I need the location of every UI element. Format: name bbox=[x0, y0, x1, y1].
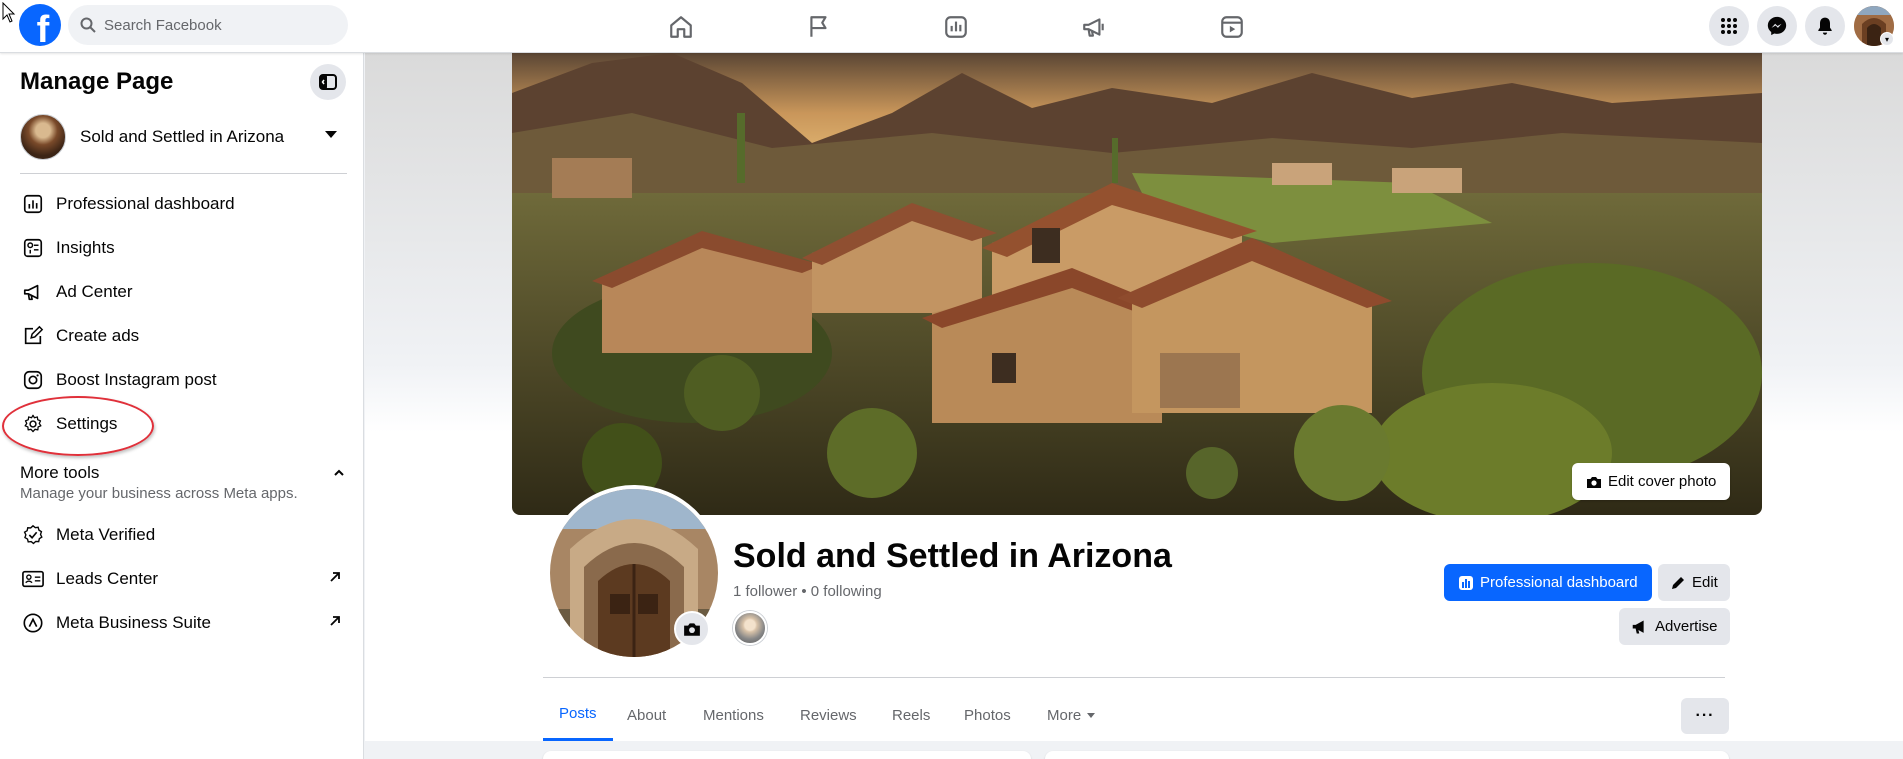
sidebar-item-label: Leads Center bbox=[56, 569, 159, 588]
edit-button[interactable]: Edit bbox=[1658, 564, 1730, 601]
tab-photos[interactable]: Photos bbox=[948, 689, 1027, 741]
divider bbox=[543, 677, 1725, 678]
insights-icon bbox=[20, 235, 46, 261]
advertise-label: Advertise bbox=[1655, 618, 1718, 635]
sidebar-item-label: Professional dashboard bbox=[56, 194, 235, 213]
sidebar-item-label: Settings bbox=[56, 414, 118, 433]
caret-down-icon bbox=[1087, 712, 1096, 718]
chevron-up-icon[interactable] bbox=[333, 465, 345, 483]
professional-dashboard-label: Professional dashboard bbox=[1480, 574, 1638, 591]
follower-avatar[interactable] bbox=[733, 611, 767, 645]
advertise-button[interactable]: Advertise bbox=[1619, 608, 1730, 645]
sidebar-item-label: Meta Business Suite bbox=[56, 613, 211, 632]
page-switcher[interactable]: Sold and Settled in Arizona bbox=[20, 111, 347, 163]
follower-stats[interactable]: 1 follower • 0 following bbox=[733, 583, 882, 600]
dashboard-icon[interactable] bbox=[901, 5, 1011, 49]
sidebar-item-create-ads[interactable]: Create ads bbox=[10, 316, 354, 356]
sidebar-item-label: Ad Center bbox=[56, 282, 133, 301]
professional-dashboard-button[interactable]: Professional dashboard bbox=[1444, 564, 1652, 601]
page-switcher-name: Sold and Settled in Arizona bbox=[80, 127, 285, 146]
sidebar-item-label: Insights bbox=[56, 238, 115, 257]
page-main-area: Edit cover photo Sold and Settled in Ari… bbox=[365, 53, 1903, 759]
sidebar-item-label: Boost Instagram post bbox=[56, 370, 217, 389]
sidebar-item-ad-center[interactable]: Ad Center bbox=[10, 272, 354, 312]
sidebar-item-leads-center[interactable]: Leads Center bbox=[10, 559, 354, 599]
sidebar-item-meta-business-suite[interactable]: Meta Business Suite bbox=[10, 603, 354, 643]
manage-page-sidebar: Manage Page Sold and Settled in Arizona … bbox=[0, 53, 364, 759]
edit-cover-photo-label: Edit cover photo bbox=[1608, 473, 1717, 490]
page-title: Sold and Settled in Arizona bbox=[733, 537, 1172, 575]
flag-icon[interactable] bbox=[764, 5, 874, 49]
pencil-icon bbox=[1672, 576, 1684, 589]
sidebar-item-professional-dashboard[interactable]: Professional dashboard bbox=[10, 184, 354, 224]
notifications-icon[interactable] bbox=[1805, 6, 1845, 46]
home-icon[interactable] bbox=[626, 5, 736, 49]
sidebar-item-meta-verified[interactable]: Meta Verified bbox=[10, 515, 354, 555]
facebook-logo[interactable]: f bbox=[19, 4, 61, 46]
menu-grid-icon[interactable] bbox=[1709, 6, 1749, 46]
page-avatar bbox=[20, 114, 66, 160]
search-box[interactable] bbox=[68, 5, 348, 45]
tab-reviews[interactable]: Reviews bbox=[784, 689, 873, 741]
tab-posts[interactable]: Posts bbox=[543, 689, 613, 741]
external-link-icon bbox=[328, 614, 342, 633]
leads-icon bbox=[20, 566, 46, 592]
tab-reels[interactable]: Reels bbox=[876, 689, 946, 741]
instagram-icon bbox=[20, 367, 46, 393]
edit-icon bbox=[20, 323, 46, 349]
camera-icon bbox=[684, 623, 700, 636]
tab-mentions[interactable]: Mentions bbox=[687, 689, 780, 741]
top-navigation-bar: f ▾ bbox=[0, 0, 1903, 53]
tab-about[interactable]: About bbox=[611, 689, 682, 741]
update-profile-picture-button[interactable] bbox=[674, 611, 710, 647]
edit-label: Edit bbox=[1692, 574, 1718, 591]
more-tools-heading: More tools bbox=[20, 463, 100, 482]
sidebar-title: Manage Page bbox=[20, 68, 174, 95]
search-icon bbox=[80, 17, 96, 33]
mouse-cursor-icon bbox=[2, 2, 16, 23]
megaphone-icon[interactable] bbox=[1039, 5, 1149, 49]
sidebar-item-boost-instagram-post[interactable]: Boost Instagram post bbox=[10, 360, 354, 400]
more-tools-subtitle: Manage your business across Meta apps. bbox=[20, 485, 298, 502]
external-link-icon bbox=[328, 570, 342, 589]
sidebar-item-insights[interactable]: Insights bbox=[10, 228, 354, 268]
megaphone-icon bbox=[1632, 619, 1644, 634]
search-input[interactable] bbox=[104, 16, 324, 34]
dashboard-icon bbox=[20, 191, 46, 217]
chevron-down-icon[interactable]: ▾ bbox=[1880, 32, 1894, 46]
more-options-button[interactable]: ··· bbox=[1681, 698, 1729, 734]
business-suite-icon bbox=[20, 610, 46, 636]
sidebar-item-settings[interactable]: Settings bbox=[10, 404, 354, 444]
megaphone-icon bbox=[20, 279, 46, 305]
edit-cover-photo-button[interactable]: Edit cover photo bbox=[1572, 463, 1731, 500]
sidebar-item-label: Meta Verified bbox=[56, 525, 156, 544]
cover-photo[interactable] bbox=[512, 53, 1762, 515]
video-icon[interactable] bbox=[1177, 5, 1287, 49]
caret-down-icon bbox=[325, 131, 337, 138]
divider bbox=[20, 173, 347, 174]
gear-icon bbox=[20, 411, 46, 437]
feed-card-right bbox=[1045, 751, 1729, 759]
feed-card-left bbox=[543, 751, 1031, 759]
camera-icon bbox=[1587, 476, 1601, 488]
messenger-icon[interactable] bbox=[1757, 6, 1797, 46]
collapse-sidebar-icon[interactable] bbox=[310, 64, 346, 100]
verified-icon bbox=[20, 522, 46, 548]
sidebar-item-label: Create ads bbox=[56, 326, 140, 345]
tab-more-label: More bbox=[1047, 706, 1082, 724]
dashboard-icon bbox=[1459, 575, 1473, 590]
tab-more[interactable]: More bbox=[1031, 689, 1111, 741]
